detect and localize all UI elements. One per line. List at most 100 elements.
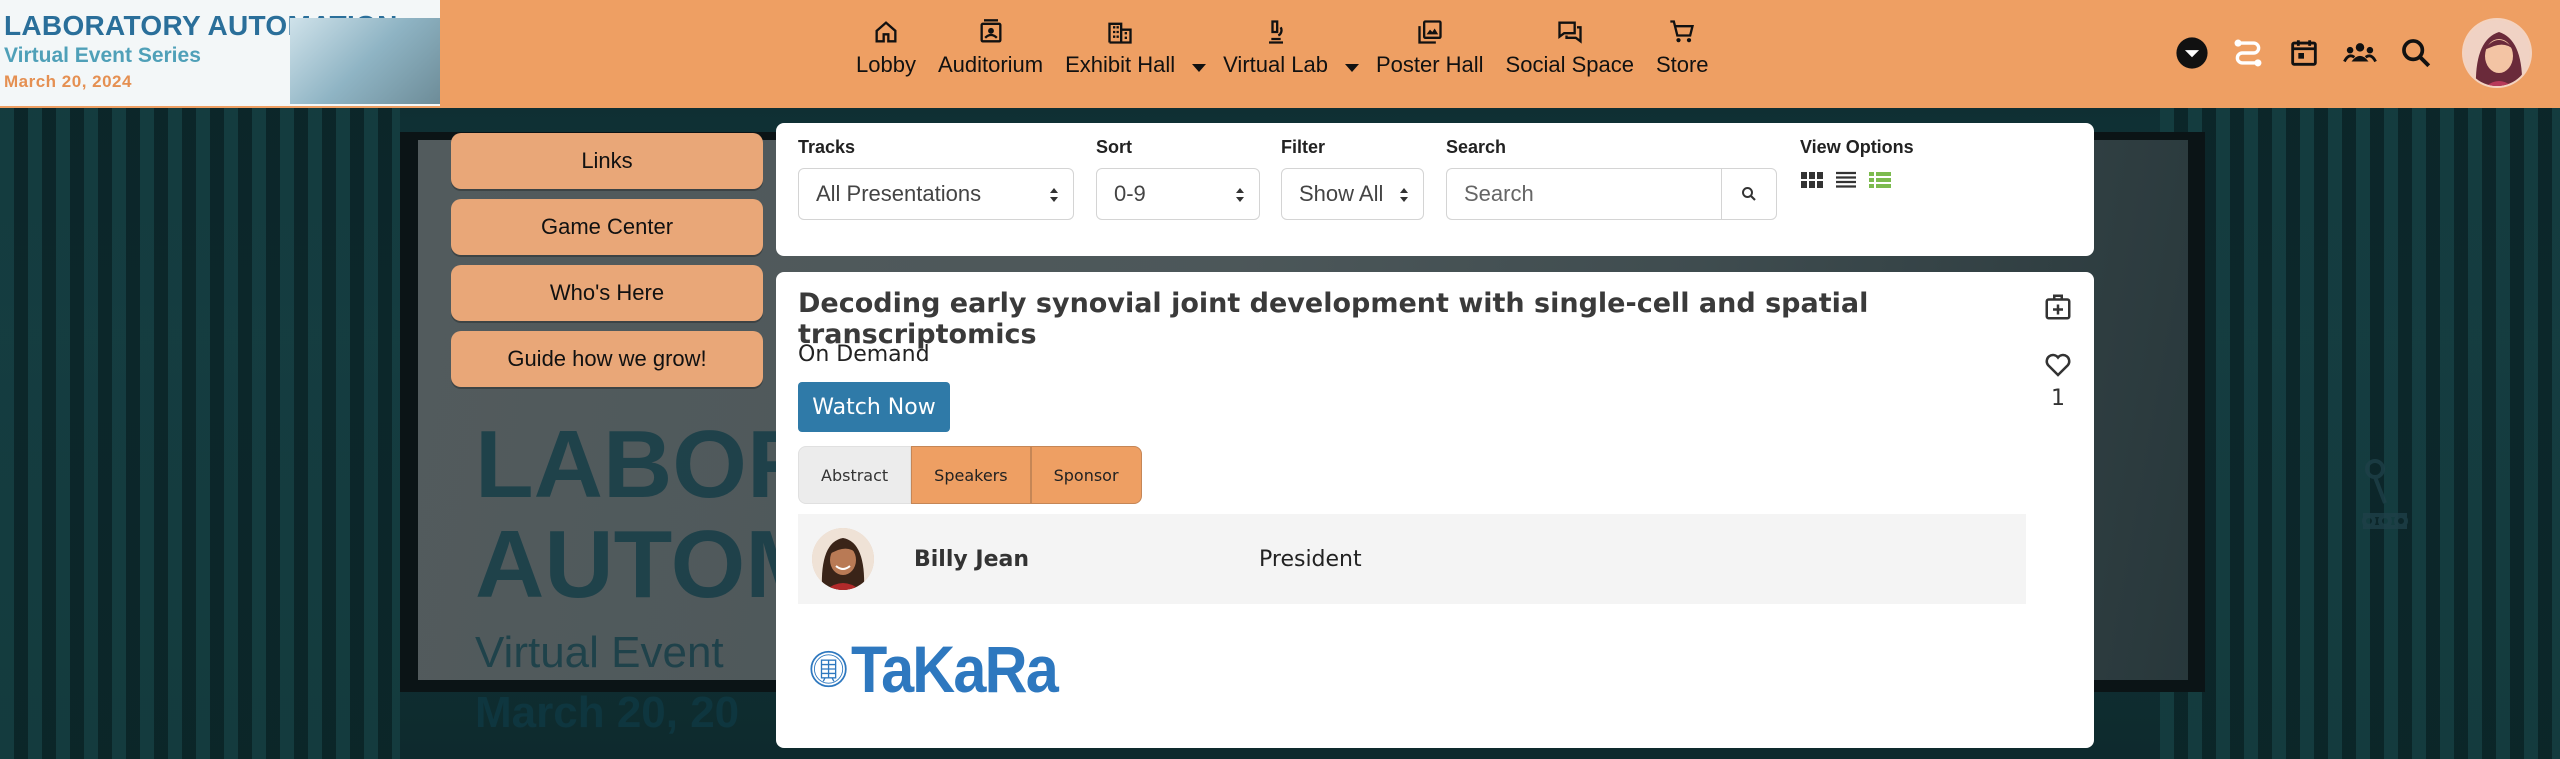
side-menu: Links Game Center Who's Here Guide how w… xyxy=(451,133,763,397)
search-label: Search xyxy=(1446,137,1507,157)
tab-sponsor[interactable]: Sponsor xyxy=(1030,446,1142,504)
detail-view-icon[interactable] xyxy=(1868,168,1892,192)
caret-down-icon xyxy=(1192,64,1207,72)
filter-group: Filter Show All xyxy=(1281,137,1424,220)
filter-value: Show All xyxy=(1299,181,1384,206)
filter-panel: Tracks All Presentations Sort 0-9 Filter… xyxy=(776,123,2094,256)
auditorium-icon xyxy=(980,19,1002,43)
top-navigation-bar: LABORATORY AUTOMATION Virtual Event Seri… xyxy=(0,0,2560,108)
nav-item-poster-hall[interactable]: Poster Hall xyxy=(1365,18,1495,88)
user-avatar-image xyxy=(2464,20,2530,86)
search-group: Search xyxy=(1446,137,1777,220)
main-nav: Lobby Auditorium Exhibit Hall Virtual La… xyxy=(845,18,1720,88)
session-card: Decoding early synovial joint developmen… xyxy=(776,272,2094,748)
nav-item-exhibit-hall[interactable]: Exhibit Hall xyxy=(1054,18,1186,88)
microscope-icon xyxy=(1268,20,1283,44)
like-count: 1 xyxy=(2051,386,2065,411)
nav-label: Social Space xyxy=(1505,52,1634,77)
chat-icon xyxy=(1558,21,1582,44)
game-center-button[interactable]: Game Center xyxy=(451,199,763,255)
watch-now-button[interactable]: Watch Now xyxy=(798,382,950,432)
speaker-avatar-image xyxy=(812,528,874,590)
home-icon xyxy=(875,21,897,43)
sort-value: 0-9 xyxy=(1114,181,1146,206)
view-options-label: View Options xyxy=(1800,137,1914,157)
heart-icon[interactable] xyxy=(2043,350,2073,380)
filter-label: Filter xyxy=(1281,137,1326,157)
nav-label: Virtual Lab xyxy=(1223,52,1328,77)
poster-icon xyxy=(1418,20,1442,44)
route-icon xyxy=(2234,39,2262,67)
tab-speakers[interactable]: Speakers xyxy=(911,446,1031,504)
user-avatar[interactable] xyxy=(2462,18,2532,88)
tracks-label: Tracks xyxy=(798,137,856,157)
nav-item-lobby[interactable]: Lobby xyxy=(845,18,927,88)
stage-date: March 20, 20 xyxy=(475,688,740,737)
people-button[interactable] xyxy=(2332,25,2388,81)
menu-dropdown-button[interactable] xyxy=(2164,25,2220,81)
view-options-group: View Options xyxy=(1800,137,1914,192)
user-toolbar xyxy=(2164,0,2560,106)
add-to-schedule-icon[interactable] xyxy=(2043,292,2073,322)
nav-label: Exhibit Hall xyxy=(1065,52,1176,77)
sort-arrows-icon xyxy=(1050,188,1058,202)
sort-group: Sort 0-9 xyxy=(1096,137,1260,220)
grid-view-icon[interactable] xyxy=(1800,168,1824,192)
sort-label: Sort xyxy=(1096,137,1132,157)
speaker-role: President xyxy=(1259,547,1362,572)
caret-down-icon xyxy=(1344,64,1359,72)
search-button[interactable] xyxy=(2388,25,2444,81)
list-view-icon[interactable] xyxy=(1834,168,1858,192)
exhibit-hall-dropdown[interactable] xyxy=(1186,18,1212,88)
robot-arm-icon xyxy=(2362,459,2408,529)
search-submit-button[interactable] xyxy=(1721,168,1777,220)
virtual-lab-dropdown[interactable] xyxy=(1339,18,1365,88)
nav-item-social-space[interactable]: Social Space xyxy=(1495,18,1645,88)
view-options xyxy=(1800,168,1914,192)
sponsor-logo[interactable]: TaKaRa xyxy=(810,624,1080,714)
stage-subtitle: Virtual Event xyxy=(475,628,724,677)
search-icon xyxy=(2402,39,2431,68)
stage-title-line1: LABOR xyxy=(475,411,817,518)
speaker-name[interactable]: Billy Jean xyxy=(914,547,1029,572)
nav-label: Auditorium xyxy=(937,52,1044,77)
logo-date: March 20, 2024 xyxy=(4,72,132,91)
calendar-icon xyxy=(2291,40,2317,66)
tracks-group: Tracks All Presentations xyxy=(798,137,1074,220)
pathway-button[interactable] xyxy=(2220,25,2276,81)
speaker-row[interactable]: Billy Jean President xyxy=(798,514,2026,604)
logo-artwork xyxy=(290,18,440,104)
session-title[interactable]: Decoding early synovial joint developmen… xyxy=(798,288,1998,350)
chevron-circle-down-icon xyxy=(2176,37,2208,69)
nav-item-auditorium[interactable]: Auditorium xyxy=(927,18,1054,88)
speaker-avatar xyxy=(812,528,874,590)
event-logo[interactable]: LABORATORY AUTOMATION Virtual Event Seri… xyxy=(0,0,440,106)
people-icon xyxy=(2343,43,2377,63)
whos-here-button[interactable]: Who's Here xyxy=(451,265,763,321)
links-button[interactable]: Links xyxy=(451,133,763,189)
nav-label: Lobby xyxy=(856,52,916,77)
tracks-value: All Presentations xyxy=(816,181,982,206)
session-tabs: Abstract Speakers Sponsor xyxy=(798,446,1142,504)
curtain-right xyxy=(2160,108,2560,759)
card-actions: 1 xyxy=(2040,292,2076,411)
sponsor-name: TaKaRa xyxy=(851,632,1059,706)
stage-title-line2: AUTOM xyxy=(475,511,826,618)
search-input[interactable] xyxy=(1446,168,1721,220)
sort-select[interactable]: 0-9 xyxy=(1096,168,1260,220)
logo-subtitle: Virtual Event Series xyxy=(4,44,201,67)
guide-button[interactable]: Guide how we grow! xyxy=(451,331,763,387)
tab-abstract[interactable]: Abstract xyxy=(798,446,912,504)
filter-select[interactable]: Show All xyxy=(1281,168,1424,220)
nav-item-virtual-lab[interactable]: Virtual Lab xyxy=(1212,18,1339,88)
building-icon xyxy=(1108,22,1132,44)
search-icon xyxy=(1742,187,1756,201)
tracks-select[interactable]: All Presentations xyxy=(798,168,1074,220)
calendar-button[interactable] xyxy=(2276,25,2332,81)
sponsor-emblem-icon xyxy=(810,650,847,688)
sort-arrows-icon xyxy=(1400,188,1408,202)
nav-label: Poster Hall xyxy=(1375,52,1484,77)
curtain-left xyxy=(0,108,400,759)
nav-item-store[interactable]: Store xyxy=(1645,18,1720,88)
sort-arrows-icon xyxy=(1236,188,1244,202)
